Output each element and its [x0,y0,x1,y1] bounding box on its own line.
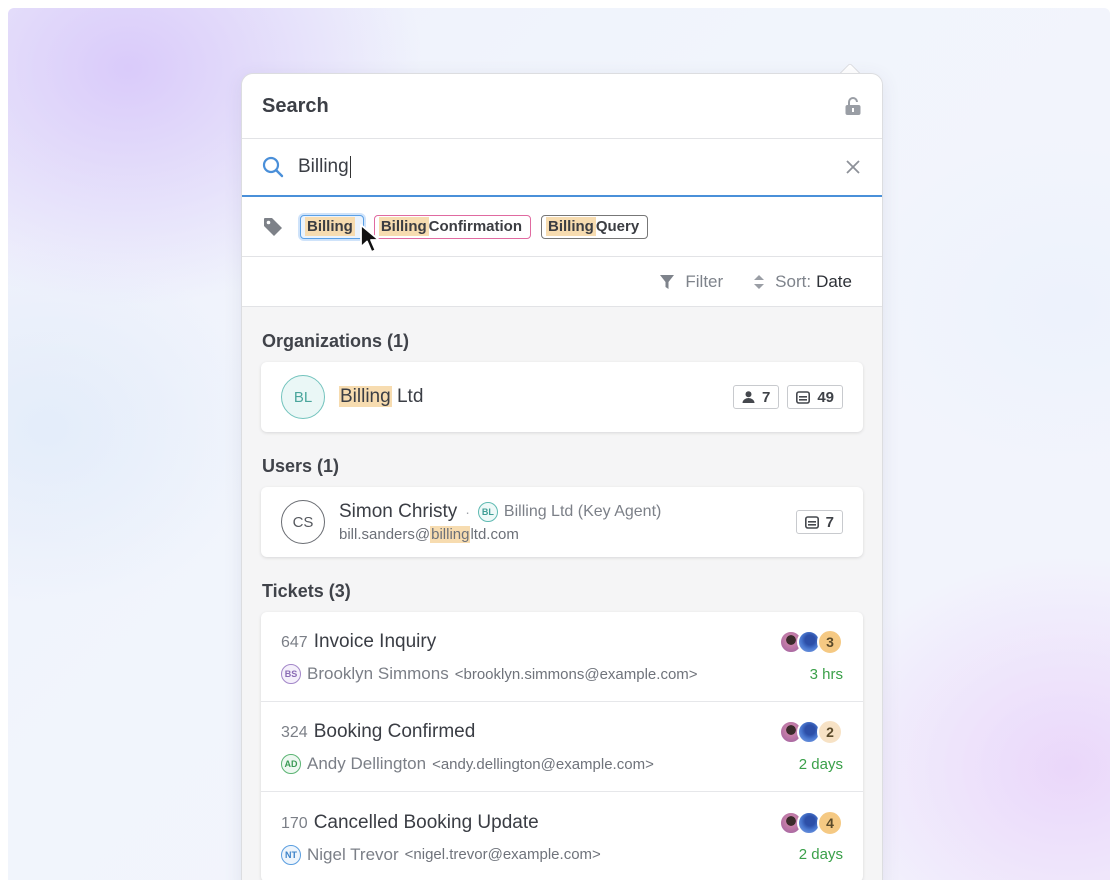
org-name-rest: Ltd [391,386,424,407]
org-tickets-count: 49 [787,385,843,409]
ticket-top: 324 Booking Confirmed 2 [281,719,843,745]
user-line: Simon Christy · BL Billing Ltd (Key Agen… [339,501,788,523]
ticket-age: 2 days [798,755,843,773]
search-icon [262,156,284,178]
ticket-title: Booking Confirmed [313,721,476,742]
org-name: Billing Ltd [339,386,725,408]
ticket-id: 324 [281,724,308,741]
users-heading: Users (1) [262,456,340,476]
tag-icon [264,217,282,236]
filter-icon [660,274,675,289]
unlock-icon[interactable] [844,96,862,116]
user-org-avatar: BL [477,502,498,522]
ticket-title: Invoice Inquiry [313,631,437,652]
user-tickets-value: 7 [825,513,834,531]
agent-count-badge: 3 [817,629,843,655]
ticket-requester: AD Andy Dellington <andy.dellington@exampl… [281,754,654,774]
ticket-heading: 170 Cancelled Booking Update [281,812,539,834]
tag-highlight: Billing [545,217,596,236]
email-highlight: billing [430,526,471,543]
user-info: Simon Christy · BL Billing Ltd (Key Agen… [339,501,788,543]
sort-icon [754,274,765,289]
requester-avatar: BS [281,664,301,684]
search-value: Billing [298,156,349,177]
email-pre: bill.sanders@ [339,526,431,543]
text-caret [349,156,351,178]
ticket-bottom: BS Brooklyn Simmons <brooklyn.simmons@exam… [281,664,843,684]
user-tickets-count: 7 [795,510,843,534]
ticket-icon [796,390,811,404]
org-name-highlight: Billing [339,386,392,407]
org-tickets-value: 49 [817,388,834,406]
ticket-age: 3 hrs [809,665,843,683]
user-avatar: CS [281,500,325,544]
agent-count-badge: 2 [817,719,843,745]
requester-email: <brooklyn.simmons@example.com> [454,665,698,683]
ticket-top: 170 Cancelled Booking Update 4 [281,809,843,836]
tag-chip-billing-query[interactable]: Billing Query [540,214,649,239]
user-name: Simon Christy [339,501,458,522]
ticket-bottom: NT Nigel Trevor <nigel.trevor@example.com>… [281,844,843,865]
ticket-row[interactable]: 647 Invoice Inquiry 3 BS Brooklyn Simmons <… [261,612,863,702]
filter-label: Filter [685,271,724,291]
tag-rest: Query [595,218,640,235]
ticket-agents: 3 [779,629,843,655]
toolbar: Filter Sort: Date [242,257,882,307]
requester-name: Brooklyn Simmons [307,664,449,683]
ticket-icon [804,515,819,529]
requester-avatar: AD [281,754,301,774]
tickets-heading: Tickets (3) [262,581,351,601]
ticket-requester: BS Brooklyn Simmons <brooklyn.simmons@exam… [281,664,698,684]
sort-button[interactable]: Sort: Date [753,272,852,292]
user-icon [742,391,755,403]
agent-count-badge: 4 [817,809,843,836]
sort-value: Date [816,271,852,291]
requester-name: Andy Dellington [307,754,427,773]
ticket-heading: 647 Invoice Inquiry [281,631,436,653]
user-email: bill.sanders@billingltd.com [339,526,788,543]
search-row: Billing [242,139,882,197]
org-users-count: 7 [732,385,780,409]
email-post: ltd.com [470,526,519,543]
org-avatar: BL [281,375,325,419]
requester-avatar: NT [281,844,301,865]
tag-chip-billing-confirmation[interactable]: Billing Confirmation [373,214,531,239]
user-org[interactable]: Billing Ltd (Key Agent) [504,503,661,521]
tickets-list: 647 Invoice Inquiry 3 BS Brooklyn Simmons <… [261,612,863,880]
mouse-pointer-icon [360,224,380,253]
sort-label: Sort: [775,271,812,291]
requester-email: <andy.dellington@example.com> [432,755,654,773]
ticket-id: 170 [281,814,308,832]
ticket-agents: 2 [779,719,843,745]
requester-name: Nigel Trevor [307,844,399,864]
ticket-row[interactable]: 170 Cancelled Booking Update 4 NT Nigel Tr… [261,792,863,880]
close-icon[interactable] [844,158,862,176]
separator-dot: · [465,504,470,520]
tag-highlight: Billing [378,217,429,236]
ticket-agents: 4 [779,809,843,836]
tag-chip-billing[interactable]: Billing [300,214,364,239]
tag-suggestions: Billing Billing Confirmation Billing Que… [242,197,882,257]
organization-card[interactable]: BL Billing Ltd 7 49 [261,362,863,432]
ticket-heading: 324 Booking Confirmed [281,721,475,743]
tag-rest: Confirmation [428,218,522,235]
search-input[interactable]: Billing [298,156,844,178]
panel-header: Search [242,74,882,139]
filter-button[interactable]: Filter [659,272,723,292]
ticket-requester: NT Nigel Trevor <nigel.trevor@example.com> [281,844,601,865]
ticket-id: 647 [281,634,308,651]
tag-highlight: Billing [305,217,355,236]
ticket-title: Cancelled Booking Update [313,811,539,833]
ticket-top: 647 Invoice Inquiry 3 [281,629,843,655]
org-users-value: 7 [761,388,771,406]
user-card[interactable]: CS Simon Christy · BL Billing Ltd (Key A… [261,487,863,557]
organizations-heading: Organizations (1) [262,331,410,351]
search-panel: Search Billing Billing Billing Confirmat… [241,73,883,880]
requester-email: <nigel.trevor@example.com> [404,846,601,863]
ticket-age: 2 days [798,846,843,863]
ticket-row[interactable]: 324 Booking Confirmed 2 AD Andy Dellington… [261,702,863,792]
panel-title: Search [262,94,329,117]
ticket-bottom: AD Andy Dellington <andy.dellington@exampl… [281,754,843,774]
